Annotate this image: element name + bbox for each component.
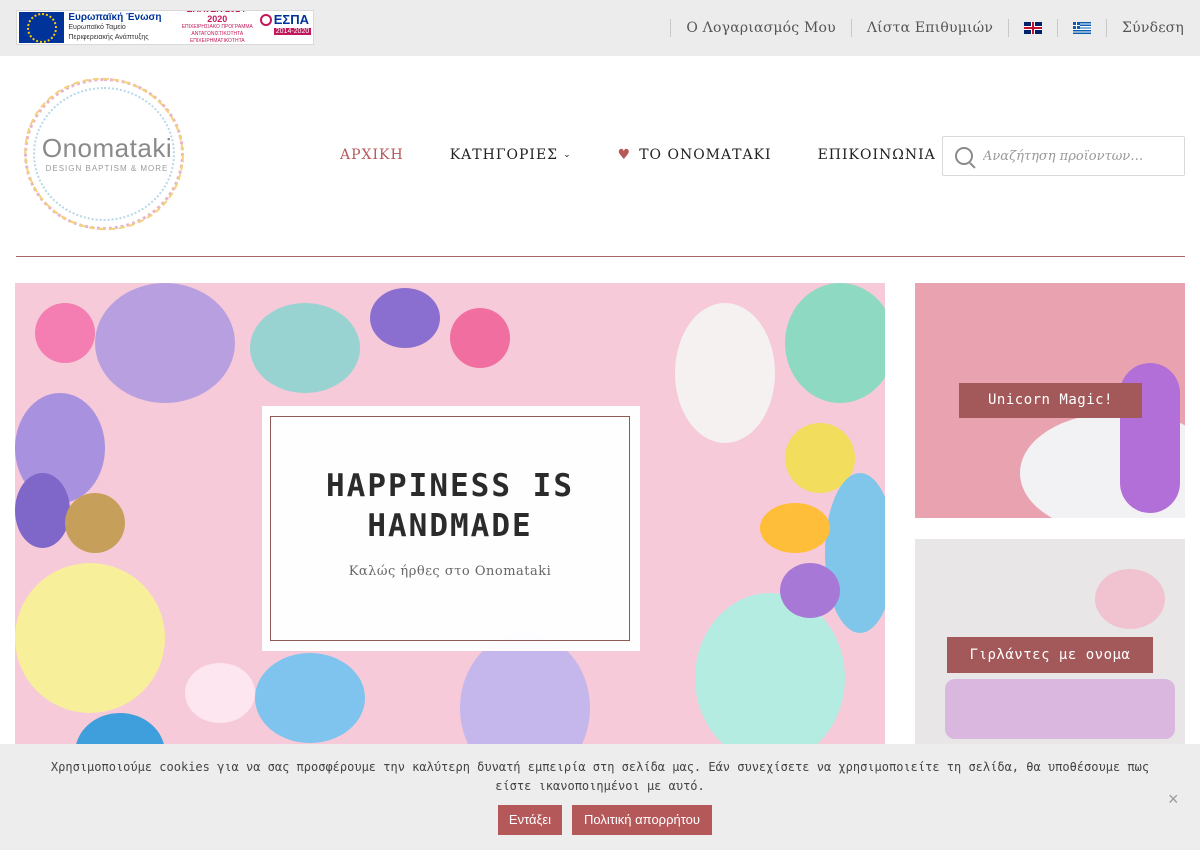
search-input[interactable] xyxy=(983,148,1173,164)
nav-home[interactable]: ΑΡΧΙΚΗ xyxy=(340,147,404,163)
decoration-flower xyxy=(185,663,255,723)
decoration-pompom xyxy=(785,283,885,403)
nav-categories[interactable]: ΚΑΤΗΓΟΡΙΕΣ ⌄ xyxy=(450,147,572,163)
nav-about[interactable]: ♥ ΤΟ ΟΝΟΜΑΤΑΚΙ xyxy=(618,147,772,163)
decoration-star xyxy=(35,303,95,363)
unicorn-magic-button[interactable]: Unicorn Magic! xyxy=(959,383,1142,418)
cookie-notice: Χρησιμοποιούμε cookies για να σας προσφέ… xyxy=(0,744,1200,850)
epanek-logo: ΕΠΑνΕΚ 2014-2020 ΕΠΙΧΕΙΡΗΣΙΑΚΟ ΠΡΟΓΡΑΜΜΑ… xyxy=(181,11,254,44)
eu-line1: Ευρωπαϊκό Ταμείο xyxy=(68,23,126,31)
eu-title: Ευρωπαϊκή Ένωση xyxy=(68,11,162,23)
english-flag-icon[interactable] xyxy=(1024,22,1043,34)
divider xyxy=(1106,19,1108,37)
decoration-pompom xyxy=(780,563,840,618)
decoration-seahorse xyxy=(825,473,885,633)
nav-about-label: ΤΟ ΟΝΟΜΑΤΑΚΙ xyxy=(639,147,772,163)
eu-funding-banner[interactable]: Ευρωπαϊκή Ένωση Ευρωπαϊκό Ταμείο Περιφερ… xyxy=(16,10,314,45)
hero-title-line2: HANDMADE xyxy=(367,508,533,544)
header-divider xyxy=(16,256,1185,257)
espa-mark-icon xyxy=(259,14,272,26)
divider xyxy=(670,19,672,37)
logo-subtitle: DESIGN BAPTISM & MORE xyxy=(45,164,169,173)
espa-years: 2014-2020 xyxy=(273,28,312,35)
site-header: Onomataki DESIGN BAPTISM & MORE ΑΡΧΙΚΗ Κ… xyxy=(0,56,1200,256)
eu-flag-icon xyxy=(19,12,65,43)
heart-icon: ♥ xyxy=(617,147,632,163)
close-icon[interactable]: × xyxy=(1168,789,1179,810)
epanek-subtitle: ΕΠΙΧΕΙΡΗΣΙΑΚΟ ΠΡΟΓΡΑΜΜΑ ΑΝΤΑΓΩΝΙΣΤΙΚΟΤΗΤ… xyxy=(181,23,253,44)
search-icon[interactable] xyxy=(955,147,973,165)
logo-title: Onomataki xyxy=(41,133,173,163)
top-bar: Ευρωπαϊκή Ένωση Ευρωπαϊκό Ταμείο Περιφερ… xyxy=(0,0,1200,56)
garland-letters xyxy=(945,679,1175,739)
search-box xyxy=(942,136,1185,176)
decoration-scissors xyxy=(250,303,360,393)
nav-contact[interactable]: ΕΠΙΚΟΙΝΩΝΙΑ xyxy=(818,147,936,163)
decoration-pompom xyxy=(15,473,70,548)
decoration-thread xyxy=(370,288,440,348)
divider xyxy=(850,19,852,37)
decoration-thread xyxy=(760,503,830,553)
privacy-policy-button[interactable]: Πολιτική απορρήτου xyxy=(572,805,712,835)
hero-title-line1: HAPPINESS IS xyxy=(326,468,574,504)
divider xyxy=(1008,19,1010,37)
login-link[interactable]: Σύνδεση xyxy=(1122,20,1184,36)
top-links: Ο Λογαριασμός Μου Λίστα Επιθυμιών Σύνδεσ… xyxy=(655,0,1184,56)
greek-flag-icon[interactable] xyxy=(1073,22,1092,34)
decoration-doll xyxy=(695,593,845,753)
decoration-bunny xyxy=(675,303,775,443)
unicorn-banner[interactable]: Unicorn Magic! xyxy=(915,283,1185,518)
eu-line2: Περιφερειακής Ανάπτυξης xyxy=(68,33,149,41)
hero-text-card: HAPPINESS IS HANDMADE Καλώς ήρθες στο On… xyxy=(262,406,640,651)
hero-subtitle: Καλώς ήρθες στο Onomataki xyxy=(348,564,552,579)
divider xyxy=(1057,19,1059,37)
wishlist-link[interactable]: Λίστα Επιθυμιών xyxy=(867,20,993,36)
chevron-down-icon: ⌄ xyxy=(563,150,572,160)
decoration-pompom xyxy=(65,493,125,553)
hero-banner[interactable]: HAPPINESS IS HANDMADE Καλώς ήρθες στο On… xyxy=(15,283,885,753)
cookie-accept-button[interactable]: Εντάξει xyxy=(498,805,562,835)
eu-text: Ευρωπαϊκή Ένωση Ευρωπαϊκό Ταμείο Περιφερ… xyxy=(68,11,176,43)
espa-logo: ΕΣΠΑ 2014-2020 xyxy=(259,12,313,43)
nav-categories-label: ΚΑΤΗΓΟΡΙΕΣ xyxy=(449,147,559,163)
decoration-thread xyxy=(450,308,510,368)
decoration-star xyxy=(15,563,165,713)
my-account-link[interactable]: Ο Λογαριασμός Μου xyxy=(686,20,836,36)
garland-flower xyxy=(1095,569,1165,629)
espa-title: ΕΣΠΑ xyxy=(273,12,310,27)
main-nav: ΑΡΧΙΚΗ ΚΑΤΗΓΟΡΙΕΣ ⌄ ♥ ΤΟ ΟΝΟΜΑΤΑΚΙ ΕΠΙΚΟ… xyxy=(340,147,982,163)
decoration-moon xyxy=(95,283,235,403)
hero-title: HAPPINESS IS HANDMADE xyxy=(271,466,629,546)
garland-button[interactable]: Γιρλάντες με ονομα xyxy=(947,637,1153,673)
site-logo[interactable]: Onomataki DESIGN BAPTISM & MORE xyxy=(7,59,201,249)
decoration-whale xyxy=(255,653,365,743)
hero-text-frame: HAPPINESS IS HANDMADE Καλώς ήρθες στο On… xyxy=(270,416,630,641)
epanek-title: ΕΠΑνΕΚ 2014-2020 xyxy=(186,11,248,24)
cookie-text: Χρησιμοποιούμε cookies για να σας προσφέ… xyxy=(50,760,1150,793)
garland-banner[interactable]: Γιρλάντες με ονομα xyxy=(915,539,1185,754)
decoration-rainbow xyxy=(460,633,590,753)
